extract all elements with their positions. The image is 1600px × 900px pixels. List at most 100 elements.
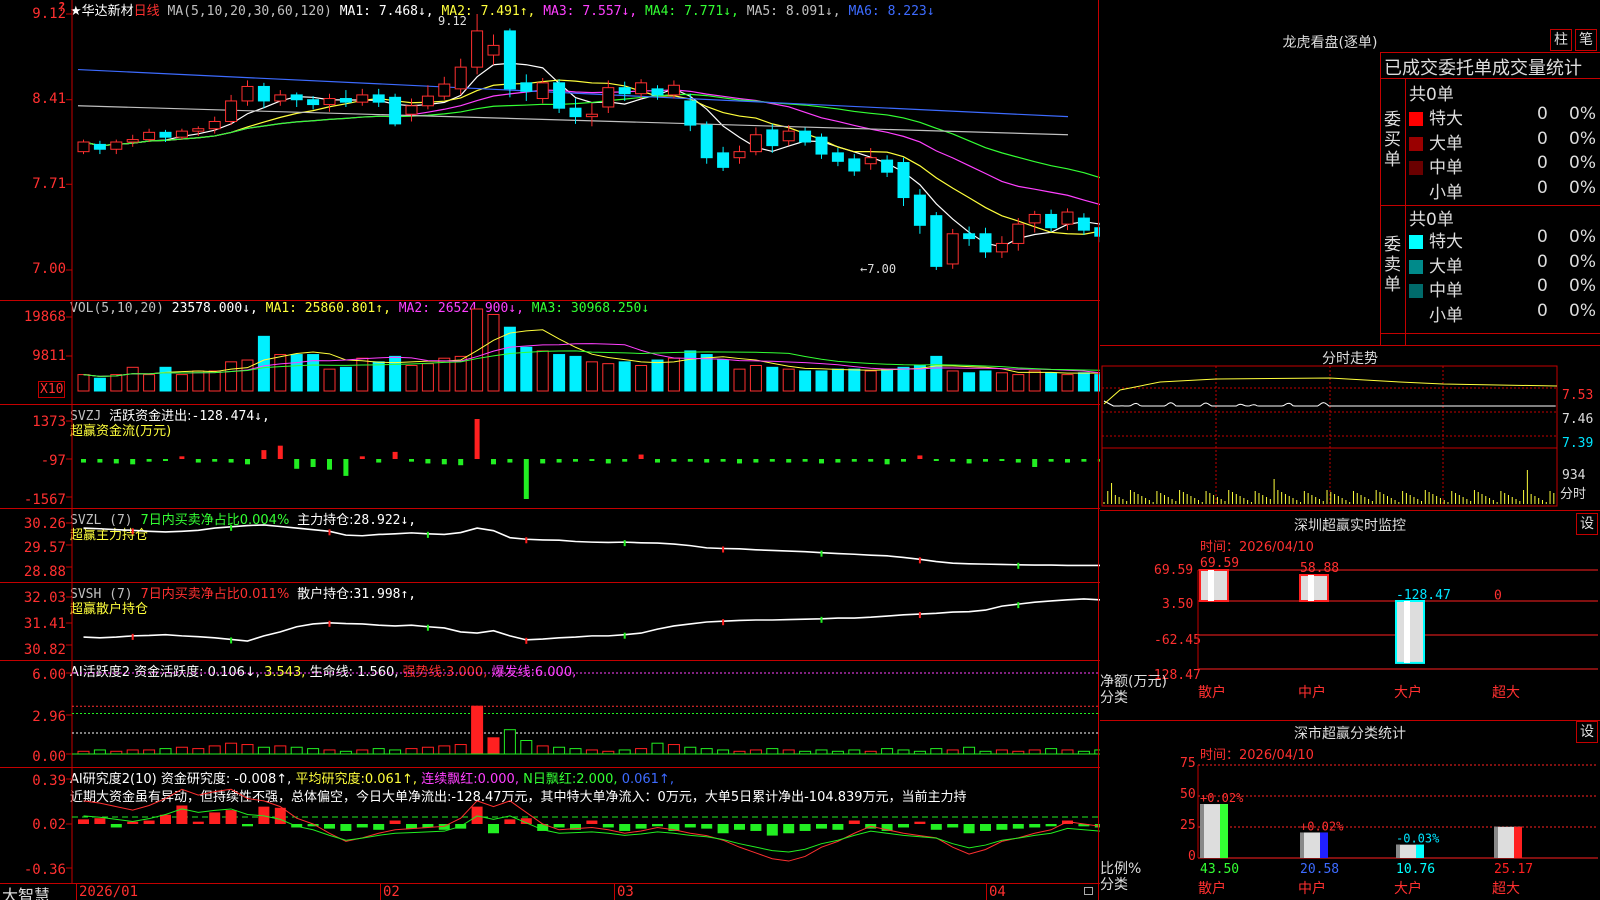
svzl-panel[interactable]: SVZL (7) 7日内买卖净占比0.004% 主力持仓:28.922↓, 超赢…	[0, 508, 1100, 583]
flow-bar	[983, 459, 988, 462]
volume-chart	[66, 301, 1100, 405]
candle	[913, 194, 926, 226]
activity-bar	[618, 749, 631, 755]
activity-bar	[389, 749, 402, 755]
activity-bar	[438, 745, 451, 755]
flow-bar	[786, 459, 792, 463]
ratio-bar-shade	[1396, 844, 1400, 858]
svzl-chart	[66, 509, 1100, 583]
flow-bar	[1032, 459, 1038, 467]
tick-mode-button[interactable]: 笔	[1575, 29, 1597, 51]
activity-bar	[208, 745, 221, 755]
volume-bar	[684, 350, 697, 392]
volume-bar	[1077, 372, 1090, 392]
svzj-panel[interactable]: SVZJ 活跃资金进出:-128.474↓, 超赢资金流(万元) 1373 -9…	[0, 404, 1100, 509]
flow-bar	[146, 459, 152, 462]
research-bar	[209, 812, 221, 824]
activity-bar	[995, 749, 1008, 755]
net-value-label: 69.59	[1200, 556, 1239, 571]
order-count: 0	[1537, 128, 1548, 149]
lhb-title: 龙虎看盘(逐单)	[1282, 35, 1378, 51]
volume-bar	[405, 364, 418, 392]
lhb-panel[interactable]: 龙虎看盘(逐单) 柱 笔 已成交委托单成交量统计 委买单 共0单 委卖单 共0单…	[1100, 0, 1600, 345]
research-bar	[94, 818, 106, 824]
volume-bar	[126, 366, 139, 392]
flow-bar	[97, 459, 103, 463]
candle	[946, 233, 959, 265]
net-value-label: 0	[1494, 589, 1502, 604]
research-bar	[963, 824, 975, 834]
activity-bar	[585, 749, 598, 755]
activity-bar	[405, 748, 418, 755]
category-label: 大户	[1394, 880, 1422, 897]
research-bar	[176, 805, 188, 824]
order-count: 0	[1537, 153, 1548, 173]
research-bar	[996, 824, 1008, 830]
volume-bar	[897, 366, 910, 392]
order-percent: 0%	[1569, 227, 1596, 247]
flow-bar	[458, 459, 464, 466]
flow-bar	[441, 459, 447, 465]
order-type: 大单	[1429, 133, 1463, 154]
flow-bar	[999, 459, 1005, 461]
volume-bar	[110, 374, 123, 392]
candle	[110, 141, 123, 150]
candle	[487, 44, 500, 56]
ai-research-panel[interactable]: AI研究度2(10) 资金研究度: -0.008↑, 平均研究度:0.061↑,…	[0, 767, 1100, 884]
flow-bar	[540, 459, 546, 464]
flow-bar	[359, 456, 365, 459]
research-bar	[947, 824, 959, 828]
sz-monitor-panel[interactable]: 深圳超赢实时监控 设 时间：2026/04/10 69.59 3.50 -62.…	[1100, 510, 1600, 720]
kline-panel[interactable]: ★华达新材日线 MA(5,10,20,30,60,120) MA1: 7.468…	[0, 0, 1100, 300]
svzj-chart	[66, 405, 1100, 509]
flow-bar	[901, 459, 906, 462]
candle	[274, 94, 287, 102]
lhb-tabs[interactable]: 已成交委托单成交量统计	[1384, 54, 1582, 80]
candle	[454, 66, 467, 90]
order-row: 大单 0 0%	[1409, 129, 1599, 154]
volume-bar	[864, 370, 877, 392]
volume-bar	[225, 361, 238, 392]
volume-bar	[339, 366, 352, 392]
research-bar	[1045, 824, 1057, 827]
activity-bar	[717, 749, 730, 755]
flow-bar	[704, 459, 710, 463]
research-bar	[684, 824, 696, 828]
research-bar	[389, 820, 401, 824]
candle	[585, 113, 598, 118]
candle	[766, 129, 779, 147]
x-axis[interactable]: 大智慧 2026/01 02 03 04	[0, 883, 1100, 900]
flow-bar	[769, 459, 775, 462]
bar-mode-button[interactable]: 柱	[1550, 29, 1572, 51]
intraday-panel[interactable]: 分时走势 7.53 7.46 7.39 934 分时	[1100, 345, 1600, 510]
ai-activity-panel[interactable]: AI活跃度2 资金活跃度: 0.106↓, 3.543, 生命线: 1.560,…	[0, 660, 1100, 768]
volume-panel[interactable]: VOL(5,10,20) 23578.000↓, MA1: 25860.801↑…	[0, 300, 1100, 405]
volume-bar	[749, 364, 762, 392]
flow-bar	[1081, 459, 1087, 462]
activity-bar	[143, 749, 156, 755]
category-label: 超大	[1492, 881, 1520, 897]
research-bar	[143, 820, 155, 824]
activity-bar	[175, 746, 188, 755]
holding-line	[83, 524, 1100, 567]
order-count: 0	[1537, 227, 1548, 247]
volume-bar	[1012, 374, 1025, 392]
lock-icon[interactable]	[1084, 887, 1093, 895]
candle	[963, 233, 976, 240]
flow-bar	[819, 459, 824, 464]
order-type: 中单	[1429, 281, 1463, 301]
order-count: 0	[1537, 177, 1548, 198]
order-percent: 0%	[1569, 104, 1596, 124]
volume-bar	[241, 359, 254, 392]
order-type: 小单	[1429, 305, 1463, 326]
volume-bar	[995, 372, 1008, 392]
sz-monitor-chart: 69.59 散户 58.88 中户 -128.47 大户 0 超大	[1197, 556, 1598, 701]
candle	[995, 242, 1008, 253]
activity-bar	[684, 746, 697, 755]
research-bar	[848, 820, 860, 824]
activity-bar	[930, 748, 943, 755]
svsh-panel[interactable]: SVSH (7) 7日内买卖净占比0.011% 散户持仓:31.998↑, 超赢…	[0, 582, 1100, 661]
candlestick-chart[interactable]	[0, 0, 1100, 300]
sz-class-panel[interactable]: 深市超赢分类统计 设 时间：2026/04/10 75 50 25 0 比例% …	[1100, 720, 1600, 900]
activity-bar	[323, 749, 336, 755]
